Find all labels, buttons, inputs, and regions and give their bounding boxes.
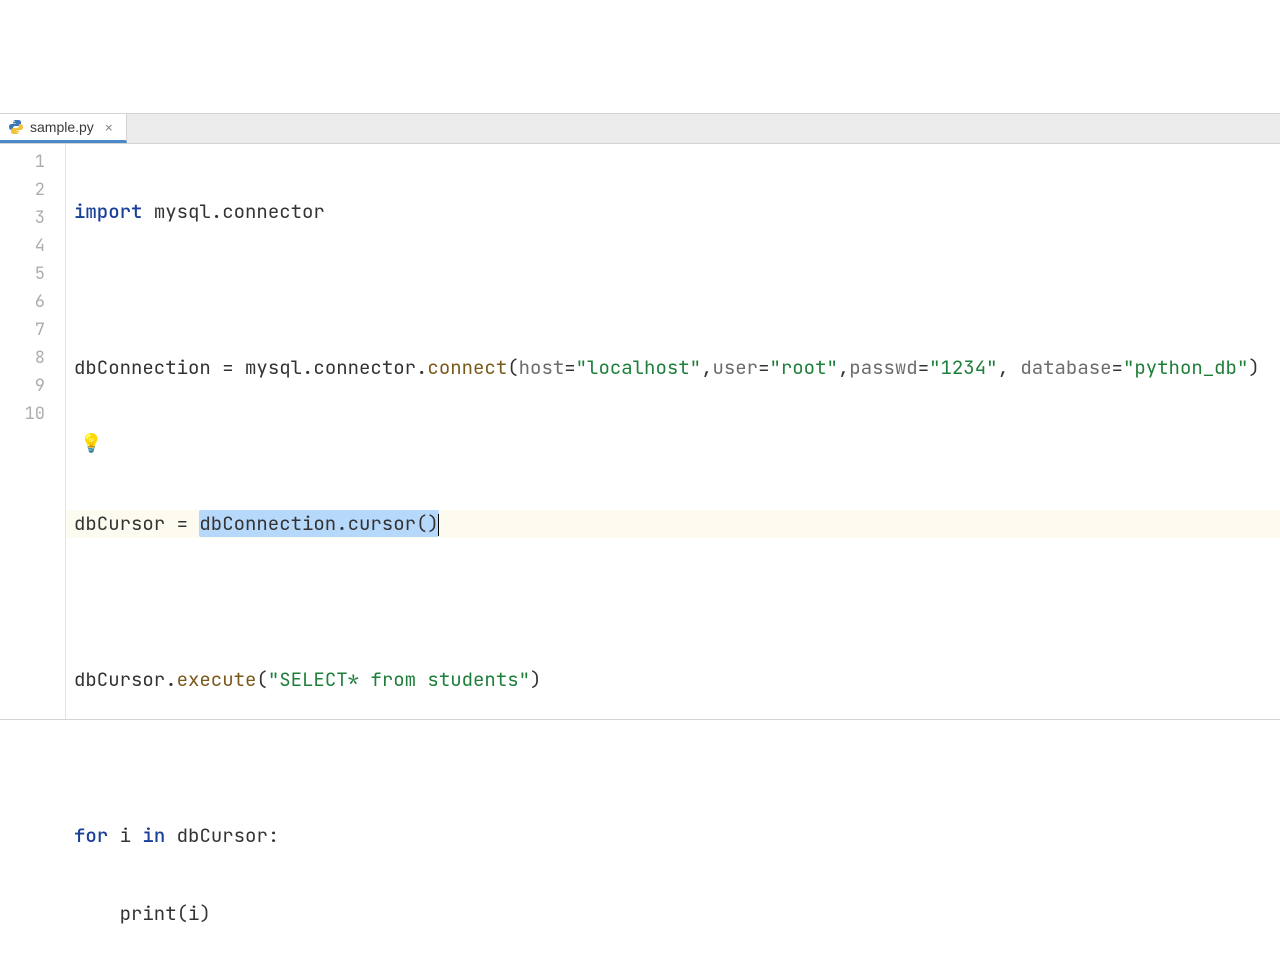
toolbar-area xyxy=(0,0,1280,114)
line-number: 9 xyxy=(0,372,65,400)
python-file-icon xyxy=(8,119,24,135)
code-line: dbCursor.execute("SELECT* from students"… xyxy=(66,666,1280,694)
code-line xyxy=(66,588,1280,616)
file-tab-sample-py[interactable]: sample.py ✕ xyxy=(0,114,127,143)
code-line-current: dbCursor = dbConnection.cursor() xyxy=(66,510,1280,538)
line-number: 3 xyxy=(0,204,65,232)
code-line: print(i) xyxy=(66,900,1280,928)
code-line: 💡 xyxy=(66,432,1280,460)
intention-bulb-icon[interactable]: 💡 xyxy=(80,435,102,453)
code-editor[interactable]: 1 2 3 4 5 6 7 8 9 10 import mysql.connec… xyxy=(0,144,1280,720)
line-number: 7 xyxy=(0,316,65,344)
close-icon[interactable]: ✕ xyxy=(102,120,116,134)
text-cursor xyxy=(438,514,439,536)
code-line: dbConnection = mysql.connector.connect(h… xyxy=(66,354,1280,382)
code-line xyxy=(66,276,1280,304)
code-line: for i in dbCursor: xyxy=(66,822,1280,850)
line-number: 6 xyxy=(0,288,65,316)
line-number: 5 xyxy=(0,260,65,288)
editor-tab-bar: sample.py ✕ xyxy=(0,114,1280,144)
line-number-gutter: 1 2 3 4 5 6 7 8 9 10 xyxy=(0,144,66,719)
code-line: import mysql.connector xyxy=(66,198,1280,226)
line-number: 1 xyxy=(0,148,65,176)
code-content[interactable]: import mysql.connector dbConnection = my… xyxy=(66,144,1280,719)
line-number: 4 xyxy=(0,232,65,260)
code-line xyxy=(66,744,1280,772)
line-number: 2 xyxy=(0,176,65,204)
text-selection: dbConnection.cursor() xyxy=(199,510,438,537)
line-number: 10 xyxy=(0,400,65,428)
line-number: 8 xyxy=(0,344,65,372)
tab-filename: sample.py xyxy=(30,119,94,135)
